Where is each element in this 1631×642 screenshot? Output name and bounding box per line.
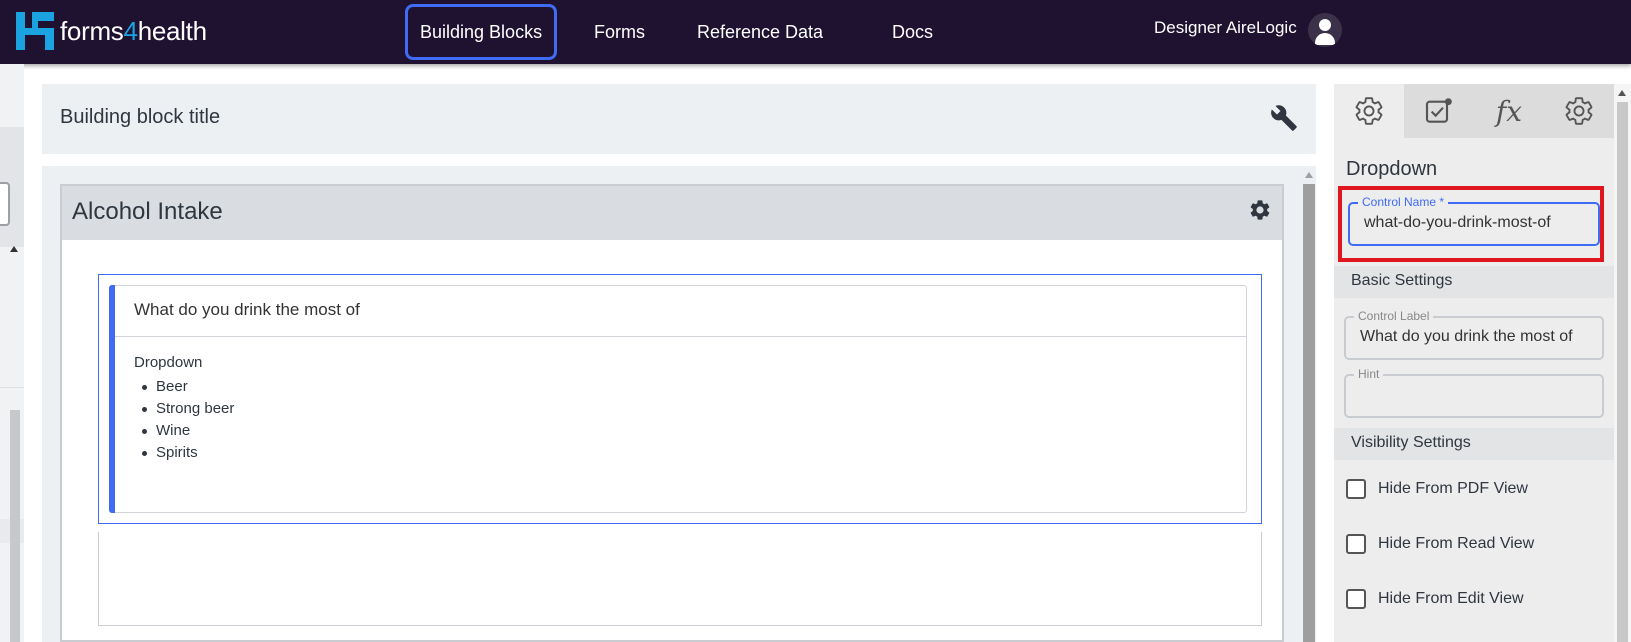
building-block-title-panel: Building block title [42, 84, 1316, 154]
tab-general-settings[interactable] [1334, 84, 1404, 138]
scroll-up-arrow-icon[interactable] [10, 246, 18, 252]
forms4health-logo[interactable]: forms4health [16, 12, 207, 50]
scroll-up-arrow-icon[interactable] [1305, 172, 1313, 178]
nav-docs[interactable]: Docs [880, 4, 945, 60]
dropdown-options-list: Beer Strong beer Wine Spirits [134, 376, 234, 464]
properties-scrollbar-thumb[interactable] [1617, 102, 1628, 642]
wrench-icon[interactable] [1270, 104, 1298, 132]
control-drop-zone[interactable] [98, 532, 1262, 626]
gear-outline-icon [1565, 97, 1593, 125]
list-item: Beer [134, 376, 234, 398]
control-label-input[interactable] [1360, 328, 1590, 346]
hide-from-pdf-view-checkbox[interactable] [1346, 479, 1366, 499]
control-label-field[interactable]: Control Label [1344, 309, 1604, 360]
list-item: Strong beer [134, 398, 234, 420]
control-name-input[interactable] [1364, 214, 1594, 232]
form-canvas: Alcohol Intake What do you drink the mos… [42, 166, 1316, 642]
hide-from-read-view-row[interactable]: Hide From Read View [1346, 532, 1534, 556]
section-alcohol-intake[interactable]: Alcohol Intake What do you drink the mos… [60, 184, 1284, 642]
hide-from-edit-view-row[interactable]: Hide From Edit View [1346, 587, 1524, 611]
control-label-label: Control Label [1354, 309, 1434, 323]
hide-from-read-view-checkbox[interactable] [1346, 534, 1366, 554]
user-avatar-icon[interactable] [1308, 13, 1342, 47]
control-question-label: What do you drink the most of [134, 300, 360, 319]
nav-building-blocks[interactable]: Building Blocks [405, 4, 558, 60]
hide-from-edit-view-label: Hide From Edit View [1378, 590, 1524, 607]
hint-label: Hint [1354, 367, 1384, 381]
top-navigation-bar: forms4health Building Blocks Forms Refer… [0, 0, 1631, 64]
control-name-label: Control Name * [1358, 195, 1449, 209]
control-name-field[interactable]: Control Name * [1348, 195, 1600, 246]
fx-icon: fx [1495, 94, 1523, 128]
list-item: Spirits [134, 442, 234, 464]
gear-outline-icon [1355, 97, 1383, 125]
hide-from-read-view-label: Hide From Read View [1378, 535, 1535, 552]
canvas-scrollbar-thumb[interactable] [1303, 184, 1315, 642]
tab-validation[interactable] [1404, 84, 1474, 138]
properties-panel: fx Dropdown Control Name * Basic Setting… [1334, 84, 1614, 642]
nav-reference-data[interactable]: Reference Data [685, 4, 835, 60]
checkbox-validation-icon [1425, 98, 1452, 123]
hide-from-pdf-view-row[interactable]: Hide From PDF View [1346, 477, 1528, 501]
section-header: Alcohol Intake [62, 186, 1282, 240]
list-item: Wine [134, 420, 234, 442]
properties-scrollbar[interactable] [1614, 84, 1631, 642]
tab-functions[interactable]: fx [1474, 84, 1544, 138]
hint-input[interactable] [1360, 386, 1590, 404]
canvas-scrollbar[interactable] [1302, 166, 1316, 642]
properties-heading: Dropdown [1346, 158, 1438, 180]
left-search-input-edge[interactable] [0, 182, 10, 226]
hide-from-pdf-view-label: Hide From PDF View [1378, 480, 1528, 497]
hide-from-edit-view-checkbox[interactable] [1346, 589, 1366, 609]
left-panel-edge [0, 64, 24, 642]
visibility-settings-header[interactable]: Visibility Settings [1334, 428, 1614, 460]
nav-forms[interactable]: Forms [582, 4, 657, 60]
control-type-label: Dropdown [134, 354, 203, 371]
user-name: Designer AireLogic [1154, 18, 1297, 37]
section-title: Alcohol Intake [72, 198, 223, 225]
scroll-up-arrow-icon[interactable] [1618, 90, 1626, 96]
hint-field[interactable]: Hint [1344, 367, 1604, 418]
properties-tabs: fx [1334, 84, 1614, 138]
dropdown-control-card[interactable]: What do you drink the most of Dropdown B… [109, 285, 1247, 513]
tab-advanced-settings[interactable] [1544, 84, 1614, 138]
gear-icon[interactable] [1248, 198, 1272, 222]
logo-mark-icon [16, 12, 54, 50]
logo-text: forms4health [60, 15, 207, 46]
building-block-title[interactable]: Building block title [60, 106, 220, 129]
left-scrollbar-thumb[interactable] [10, 410, 20, 642]
basic-settings-header[interactable]: Basic Settings [1334, 266, 1614, 298]
selected-control-outline[interactable]: What do you drink the most of Dropdown B… [98, 274, 1262, 524]
